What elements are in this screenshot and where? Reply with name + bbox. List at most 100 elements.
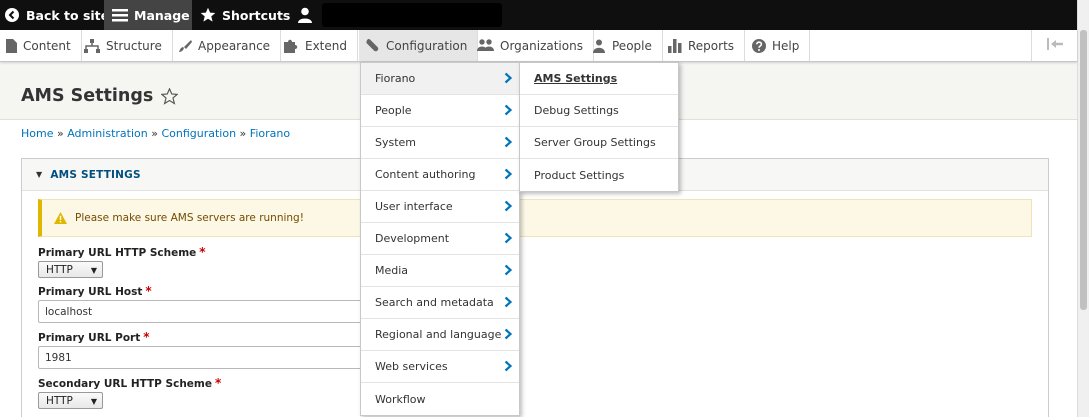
menu-item-label: People xyxy=(375,104,412,117)
brush-icon xyxy=(178,39,192,53)
secondary-scheme-select[interactable]: HTTP ▼ xyxy=(38,392,103,409)
secondary-scheme-label: Secondary URL HTTP Scheme * xyxy=(38,376,221,390)
scrollbar-thumb[interactable] xyxy=(1080,30,1087,310)
structure-icon xyxy=(84,38,100,53)
submenu-item-debug-settings[interactable]: Debug Settings xyxy=(520,95,678,127)
tray-item-appearance[interactable]: Appearance xyxy=(172,30,282,61)
warning-message: Please make sure AMS servers are running… xyxy=(38,199,1032,237)
back-to-site-link[interactable]: Back to site xyxy=(4,0,109,30)
tray-item-label: Reports xyxy=(688,38,735,53)
page-scrollbar[interactable] xyxy=(1077,0,1089,417)
manage-tab[interactable]: Manage xyxy=(104,0,192,30)
person-icon xyxy=(592,39,606,53)
tray-item-configuration[interactable]: Configuration xyxy=(359,30,479,61)
primary-port-input[interactable]: 1981 xyxy=(38,346,368,369)
primary-scheme-select[interactable]: HTTP ▼ xyxy=(38,261,103,278)
menu-item-label: User interface xyxy=(375,200,453,213)
chevron-right-icon xyxy=(502,200,514,212)
tray-item-structure[interactable]: Structure xyxy=(78,30,173,61)
ams-settings-panel: ▼ AMS SETTINGS Please make sure AMS serv… xyxy=(21,158,1049,417)
menu-item-fiorano[interactable]: Fiorano xyxy=(361,63,519,95)
breadcrumb-fiorano[interactable]: Fiorano xyxy=(250,127,290,140)
file-icon xyxy=(6,38,17,53)
tray-item-label: Content xyxy=(23,38,71,53)
breadcrumb-administration[interactable]: Administration xyxy=(67,127,148,140)
tray-item-label: People xyxy=(612,38,652,53)
breadcrumb-separator: » xyxy=(53,127,68,140)
menu-item-search-and-metadata[interactable]: Search and metadata xyxy=(361,287,519,319)
breadcrumb-home[interactable]: Home xyxy=(21,127,53,140)
primary-host-value: localhost xyxy=(45,305,93,318)
shortcut-star-icon[interactable] xyxy=(161,87,179,105)
page-title: AMS Settings xyxy=(21,86,179,106)
submenu-item-ams-settings[interactable]: AMS Settings xyxy=(520,63,678,95)
shortcuts-tab[interactable]: Shortcuts xyxy=(200,0,290,30)
tray-item-content[interactable]: Content xyxy=(0,30,82,61)
submenu-item-product-settings[interactable]: Product Settings xyxy=(520,159,678,191)
primary-scheme-label: Primary URL HTTP Scheme * xyxy=(38,245,206,259)
menu-item-label: Fiorano xyxy=(375,72,416,85)
menu-item-regional-and-language[interactable]: Regional and language xyxy=(361,319,519,351)
menu-item-label: Content authoring xyxy=(375,168,476,181)
chevron-right-icon xyxy=(502,264,514,276)
tray-item-extend[interactable]: Extend xyxy=(278,30,358,61)
tray-item-organizations[interactable]: Organizations xyxy=(471,30,594,61)
tray-item-label: Configuration xyxy=(386,38,468,53)
tray-item-reports[interactable]: Reports xyxy=(662,30,746,61)
primary-scheme-label-text: Primary URL HTTP Scheme xyxy=(38,247,197,259)
help-icon xyxy=(752,38,766,53)
wrench-icon xyxy=(365,38,380,53)
tray-item-label: Extend xyxy=(305,38,347,53)
chevron-right-icon xyxy=(502,104,514,116)
menu-item-label: Media xyxy=(375,264,409,277)
menu-item-media[interactable]: Media xyxy=(361,255,519,287)
menu-item-label: Search and metadata xyxy=(375,296,494,309)
menu-item-user-interface[interactable]: User interface xyxy=(361,191,519,223)
collapse-arrow-icon xyxy=(1046,38,1063,53)
primary-port-value: 1981 xyxy=(45,351,72,364)
chevron-right-icon xyxy=(502,168,514,180)
caret-down-icon: ▼ xyxy=(90,266,97,275)
required-marker: * xyxy=(143,330,150,344)
menu-item-workflow[interactable]: Workflow xyxy=(361,383,519,415)
menu-item-label: Web services xyxy=(375,360,448,373)
menu-item-label: Regional and language xyxy=(375,328,502,341)
chevron-right-icon xyxy=(502,328,514,340)
menu-item-people[interactable]: People xyxy=(361,95,519,127)
back-to-site-label: Back to site xyxy=(26,7,110,23)
menu-item-content-authoring[interactable]: Content authoring xyxy=(361,159,519,191)
menu-item-system[interactable]: System xyxy=(361,127,519,159)
submenu-item-label: Server Group Settings xyxy=(534,136,656,149)
tray-item-label: Structure xyxy=(106,38,162,53)
chevron-right-icon xyxy=(502,232,514,244)
triangle-down-icon: ▼ xyxy=(36,170,43,179)
submenu-item-server-group-settings[interactable]: Server Group Settings xyxy=(520,127,678,159)
collapse-tray-button[interactable] xyxy=(1031,30,1077,61)
tray-item-people[interactable]: People xyxy=(586,30,663,61)
chevron-right-icon xyxy=(502,296,514,308)
fiorano-submenu: AMS Settings Debug Settings Server Group… xyxy=(519,62,679,192)
menu-item-web-services[interactable]: Web services xyxy=(361,351,519,383)
star-icon xyxy=(200,7,216,23)
submenu-item-label: AMS Settings xyxy=(534,72,618,85)
tray-item-label: Help xyxy=(772,38,800,53)
user-tab[interactable] xyxy=(298,0,502,30)
menu-item-development[interactable]: Development xyxy=(361,223,519,255)
primary-host-input[interactable]: localhost xyxy=(38,300,368,323)
breadcrumb: Home » Administration » Configuration » … xyxy=(21,127,290,140)
configuration-menu: Fiorano People System Content authoring … xyxy=(360,62,520,416)
breadcrumb-configuration[interactable]: Configuration xyxy=(161,127,236,140)
primary-host-label-text: Primary URL Host xyxy=(38,286,143,298)
breadcrumb-separator: » xyxy=(236,127,250,140)
submenu-item-label: Debug Settings xyxy=(534,104,619,117)
required-marker: * xyxy=(199,245,206,259)
tray-item-label: Organizations xyxy=(500,38,583,53)
manage-label: Manage xyxy=(134,7,190,23)
chevron-right-icon xyxy=(502,72,514,84)
page-title-text: AMS Settings xyxy=(21,86,154,106)
caret-down-icon: ▼ xyxy=(90,397,97,406)
group-icon xyxy=(477,39,494,52)
puzzle-icon xyxy=(284,39,299,53)
menu-icon xyxy=(112,8,128,22)
tray-item-help[interactable]: Help xyxy=(746,30,811,61)
